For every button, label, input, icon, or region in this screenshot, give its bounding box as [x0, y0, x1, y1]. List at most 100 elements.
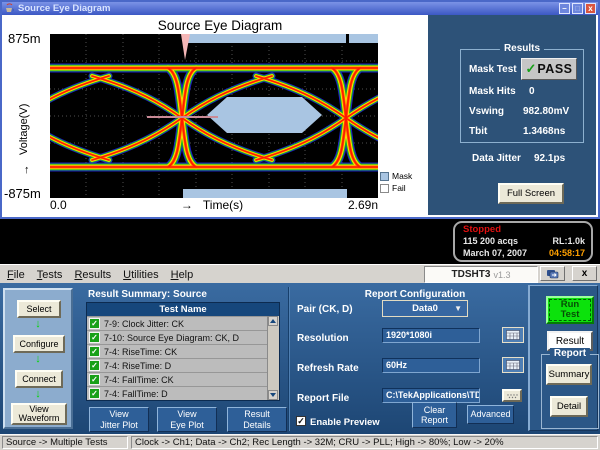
resolution-keypad-button[interactable]: [502, 327, 524, 343]
y-axis-max-tick: 875m: [8, 31, 41, 46]
clear-report-line2: Report: [421, 415, 448, 426]
run-panel: Run Test Result Report Summary Detail: [528, 285, 598, 431]
table-row[interactable]: ✓ 7-4: RiseTime: CK: [87, 344, 279, 358]
x-axis-arrow-icon: →: [181, 198, 193, 212]
plot-title: Source Eye Diagram: [90, 18, 350, 33]
view-waveform-button[interactable]: View Waveform: [11, 403, 67, 425]
connect-button[interactable]: Connect: [15, 370, 63, 388]
view-jitter-line1: View: [109, 409, 128, 420]
report-summary-button[interactable]: Summary: [546, 364, 592, 385]
view-waveform-line2: Waveform: [19, 414, 60, 424]
menu-results[interactable]: Results: [69, 267, 118, 283]
result-details-button[interactable]: Result Details: [227, 407, 287, 432]
report-file-label: Report File: [297, 393, 349, 404]
clear-report-button[interactable]: Clear Report: [412, 402, 457, 428]
mask-test-status-badge: ✓ PASS: [521, 58, 577, 80]
row-label: 7-4: FallTime: D: [104, 389, 168, 399]
refresh-rate-field[interactable]: 60Hz: [382, 358, 480, 373]
vswing-label: Vswing: [469, 106, 504, 117]
table-row[interactable]: ✓ 7-4: RiseTime: D: [87, 358, 279, 372]
app-switch-button[interactable]: [540, 266, 565, 281]
advanced-button[interactable]: Advanced: [467, 405, 514, 424]
report-detail-button[interactable]: Detail: [550, 396, 588, 417]
report-configuration-title: Report Configuration: [300, 289, 530, 300]
table-row[interactable]: ✓ 7-4: FallTime: D: [87, 386, 279, 400]
resolution-label: Resolution: [297, 333, 349, 344]
keypad-icon: [506, 330, 520, 340]
window-title: Source Eye Diagram: [18, 3, 110, 14]
x-axis-max-tick: 2.69n: [348, 198, 378, 212]
menu-help[interactable]: Help: [166, 267, 201, 283]
legend-fail: Fail: [380, 182, 426, 194]
acquisition-status-box: Stopped 115 200 acqs RL:1.0k March 07, 2…: [453, 221, 593, 262]
keypad-icon: [506, 360, 520, 370]
legend-mask-label: Mask: [392, 171, 412, 181]
configure-button[interactable]: Configure: [13, 335, 65, 353]
menu-tests[interactable]: Tests: [32, 267, 70, 283]
mask-test-label: Mask Test: [469, 64, 517, 75]
scroll-up-icon: [270, 319, 276, 323]
table-row[interactable]: ✓ 7-9: Clock Jitter: CK: [87, 316, 279, 330]
enable-preview-checkbox[interactable]: ✓: [296, 416, 306, 426]
view-jitter-line2: Jitter Plot: [100, 420, 138, 431]
pair-dropdown[interactable]: Data0 ▼: [382, 300, 468, 317]
close-icon[interactable]: x: [585, 3, 596, 14]
pair-label: Pair (CK, D): [297, 304, 353, 315]
app-version: v1.3: [493, 270, 510, 280]
row-label: 7-4: FallTime: CK: [104, 375, 174, 385]
view-eye-line2: Eye Plot: [170, 420, 204, 431]
app-name: TDSHT3: [452, 269, 491, 280]
table-row[interactable]: ✓ 7-4: FallTime: CK: [87, 372, 279, 386]
acq-time: 04:58:17: [549, 248, 585, 258]
report-file-keyboard-button[interactable]: [502, 389, 522, 402]
main-control-panel: Select ↓ Configure ↓ Connect ↓ View Wave…: [0, 283, 600, 434]
x-axis-label: →Time(s): [152, 198, 272, 212]
report-file-field[interactable]: C:\TekApplications\TDSHT: [382, 388, 480, 403]
eye-diagram-window: Source Eye Diagram – □ x Source Eye Diag…: [0, 0, 600, 219]
row-pass-check-icon: ✓: [89, 374, 100, 385]
run-test-button[interactable]: Run Test: [546, 296, 594, 324]
menu-file[interactable]: File: [2, 267, 32, 283]
scroll-up-button[interactable]: [268, 316, 278, 326]
app-close-button[interactable]: x: [572, 266, 597, 281]
pass-text: PASS: [537, 62, 572, 76]
keyboard-icon: [506, 393, 518, 399]
select-button[interactable]: Select: [17, 300, 61, 318]
eye-diagram-plot: [50, 34, 378, 198]
result-summary-title: Result Summary: Source: [88, 289, 207, 300]
scroll-down-button[interactable]: [268, 390, 278, 400]
fail-swatch-icon: [380, 184, 389, 193]
window-titlebar[interactable]: Source Eye Diagram – □ x: [2, 2, 598, 15]
mask-hits-value: 0: [529, 86, 535, 97]
mask-swatch-icon: [380, 172, 389, 181]
view-eye-plot-button[interactable]: View Eye Plot: [157, 407, 217, 432]
maximize-icon[interactable]: □: [572, 3, 583, 14]
results-groupbox-title: Results: [500, 43, 544, 54]
table-header-test-name: Test Name: [87, 303, 279, 316]
results-groupbox: Results Mask Test ✓ PASS Mask Hits 0 Vsw…: [460, 49, 584, 143]
data-jitter-label: Data Jitter: [472, 153, 521, 164]
refresh-rate-keypad-button[interactable]: [502, 357, 524, 373]
minimize-icon[interactable]: –: [559, 3, 570, 14]
table-row[interactable]: ✓ 7-10: Source Eye Diagram: CK, D: [87, 330, 279, 344]
full-screen-button[interactable]: Full Screen: [498, 183, 564, 204]
row-label: 7-4: RiseTime: CK: [104, 347, 177, 357]
plot-legend: Mask Fail: [380, 170, 426, 194]
table-scrollbar[interactable]: [267, 316, 279, 400]
y-axis-arrow-icon: ↑: [24, 164, 30, 176]
menu-utilities[interactable]: Utilities: [118, 267, 165, 283]
acq-date: March 07, 2007: [463, 248, 527, 258]
mask-hits-label: Mask Hits: [469, 86, 516, 97]
row-pass-check-icon: ✓: [89, 318, 100, 329]
acq-count: 115 200 acqs: [463, 236, 518, 246]
step-arrow-icon: ↓: [5, 354, 71, 365]
row-label: 7-9: Clock Jitter: CK: [104, 319, 184, 329]
row-pass-check-icon: ✓: [89, 346, 100, 357]
view-jitter-plot-button[interactable]: View Jitter Plot: [89, 407, 149, 432]
steps-panel: Select ↓ Configure ↓ Connect ↓ View Wave…: [3, 288, 73, 429]
app-name-box: TDSHT3 v1.3: [424, 266, 538, 283]
resolution-field[interactable]: 1920*1080i: [382, 328, 480, 343]
row-label: 7-10: Source Eye Diagram: CK, D: [104, 333, 239, 343]
row-pass-check-icon: ✓: [89, 360, 100, 371]
table-body: ✓ 7-9: Clock Jitter: CK ✓ 7-10: Source E…: [87, 316, 279, 400]
